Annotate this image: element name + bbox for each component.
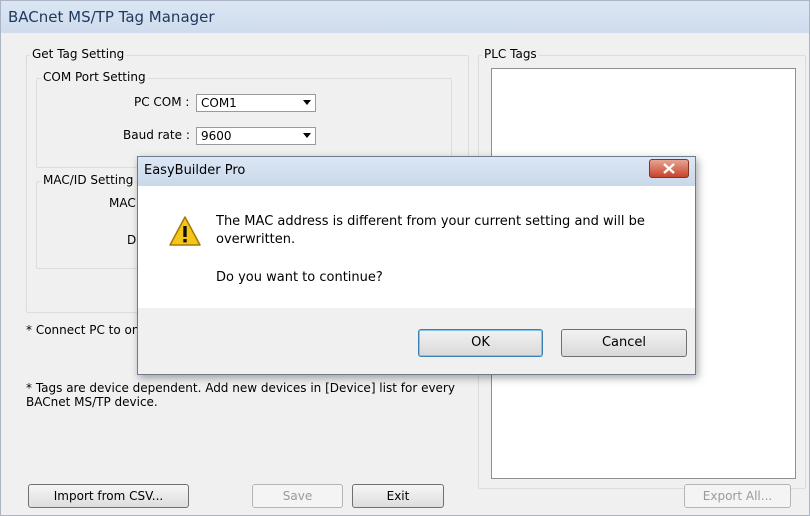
import-csv-button[interactable]: Import from CSV...	[28, 484, 189, 508]
save-button[interactable]: Save	[252, 484, 343, 508]
plc-tags-label: PLC Tags	[482, 47, 539, 61]
com-port-setting-label: COM Port Setting	[41, 70, 148, 84]
confirm-dialog: EasyBuilder Pro The MAC address is diffe…	[137, 156, 696, 375]
dialog-message: The MAC address is different from your c…	[216, 214, 645, 247]
device-id-label: D	[127, 233, 137, 247]
chevron-down-icon	[303, 100, 311, 105]
dialog-body: The MAC address is different from your c…	[138, 186, 695, 308]
pc-com-value: COM1	[201, 96, 237, 110]
window-title: BACnet MS/TP Tag Manager	[8, 8, 215, 26]
tags-note: * Tags are device dependent. Add new dev…	[26, 381, 455, 409]
baud-rate-select[interactable]: 9600	[196, 127, 316, 145]
warning-icon	[169, 216, 201, 246]
close-icon	[663, 163, 675, 174]
ok-button[interactable]: OK	[418, 329, 543, 357]
mac-id-setting-label: MAC/ID Setting	[41, 173, 136, 187]
export-all-button[interactable]: Export All...	[684, 484, 791, 508]
cancel-button[interactable]: Cancel	[561, 329, 687, 357]
pc-com-label: PC COM :	[134, 95, 190, 109]
connect-note: * Connect PC to only	[26, 323, 141, 337]
dialog-close-button[interactable]	[649, 159, 689, 178]
get-tag-setting-label: Get Tag Setting	[30, 47, 127, 61]
dialog-question: Do you want to continue?	[216, 270, 383, 285]
dialog-titlebar: EasyBuilder Pro	[138, 157, 695, 186]
baud-rate-value: 9600	[201, 129, 232, 143]
dialog-title: EasyBuilder Pro	[144, 163, 246, 178]
com-port-setting-group	[36, 78, 452, 168]
baud-rate-label: Baud rate :	[123, 128, 190, 142]
exit-button[interactable]: Exit	[352, 484, 444, 508]
pc-com-select[interactable]: COM1	[196, 94, 316, 112]
mac-label: MAC	[109, 196, 136, 210]
window-titlebar: BACnet MS/TP Tag Manager	[1, 1, 809, 33]
chevron-down-icon	[303, 133, 311, 138]
